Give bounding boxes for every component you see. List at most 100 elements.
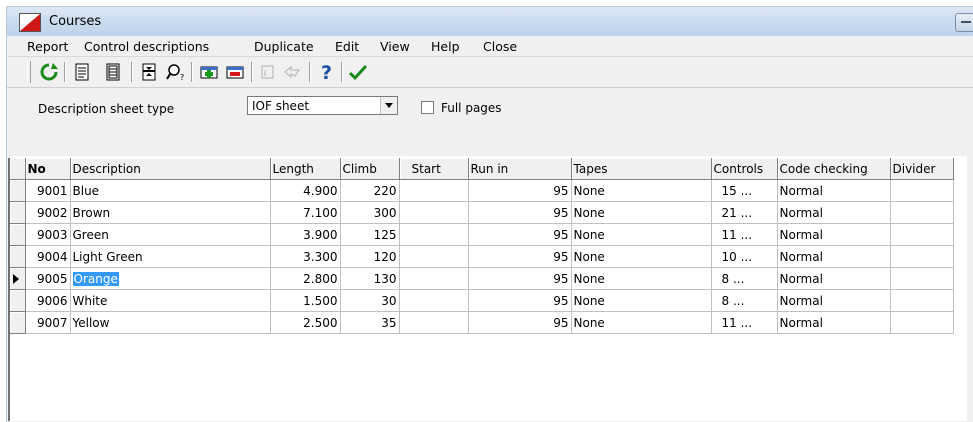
table-row[interactable]: 9004 Light Green 3.300 120 95 None 10 ... Norma… — [10, 245, 954, 268]
cell-climb[interactable]: 120 — [340, 245, 400, 268]
disabled-icon[interactable] — [257, 61, 279, 83]
cell-run-in[interactable]: 95 — [468, 267, 572, 290]
cell-run-in[interactable]: 95 — [468, 223, 572, 246]
cell-start[interactable] — [399, 201, 469, 224]
find-icon[interactable]: ? — [165, 61, 187, 83]
cell-controls[interactable]: 8 ... — [711, 289, 778, 312]
cell-tapes[interactable]: None — [571, 289, 712, 312]
cell-divider[interactable] — [890, 311, 954, 334]
cell-length[interactable]: 7.100 — [270, 201, 341, 224]
column-header-divider[interactable]: Divider — [890, 158, 954, 180]
column-header-length[interactable]: Length — [270, 158, 341, 180]
cell-tapes[interactable]: None — [571, 311, 712, 334]
column-header-start[interactable]: Start — [399, 158, 469, 180]
cell-code-checking[interactable]: Normal — [777, 245, 891, 268]
cell-description[interactable]: Light Green — [70, 245, 271, 268]
cell-start[interactable] — [399, 245, 469, 268]
cell-no[interactable]: 9003 — [25, 223, 71, 246]
cell-code-checking[interactable]: Normal — [777, 201, 891, 224]
cell-no[interactable]: 9004 — [25, 245, 71, 268]
column-header-code-checking[interactable]: Code checking — [777, 158, 891, 180]
cell-no[interactable]: 9001 — [25, 179, 71, 202]
cell-divider[interactable] — [890, 223, 954, 246]
row-indicator[interactable] — [10, 267, 26, 290]
document-icon[interactable] — [71, 61, 93, 83]
cell-controls[interactable]: 21 ... — [711, 201, 778, 224]
table-row[interactable]: 9007 Yellow 2.500 35 95 None 11 ... Normal — [10, 311, 954, 334]
cell-divider[interactable] — [890, 289, 954, 312]
cell-start[interactable] — [399, 223, 469, 246]
list-icon[interactable] — [102, 61, 124, 83]
cell-controls[interactable]: 10 ... — [711, 245, 778, 268]
table-row[interactable]: 9006 White 1.500 30 95 None 8 ... Normal — [10, 289, 954, 312]
cell-description[interactable]: Green — [70, 223, 271, 246]
cell-controls[interactable]: 8 ... — [711, 267, 778, 290]
add-course-icon[interactable] — [198, 61, 220, 83]
cell-divider[interactable] — [890, 201, 954, 224]
cell-code-checking[interactable]: Normal — [777, 223, 891, 246]
menu-control-descriptions[interactable]: Control descriptions — [80, 39, 213, 54]
menu-edit[interactable]: Edit — [331, 39, 363, 54]
column-header-no[interactable]: No — [25, 158, 71, 180]
cell-description[interactable]: Yellow — [70, 311, 271, 334]
cell-tapes[interactable]: None — [571, 179, 712, 202]
refresh-icon[interactable] — [38, 61, 60, 83]
menu-close[interactable]: Close — [479, 39, 521, 54]
cell-tapes[interactable]: None — [571, 223, 712, 246]
cell-description[interactable]: Orange — [70, 267, 271, 290]
cell-length[interactable]: 2.500 — [270, 311, 341, 334]
cell-no[interactable]: 9002 — [25, 201, 71, 224]
cell-climb[interactable]: 35 — [340, 311, 400, 334]
cell-climb[interactable]: 300 — [340, 201, 400, 224]
cell-no[interactable]: 9007 — [25, 311, 71, 334]
cell-run-in[interactable]: 95 — [468, 245, 572, 268]
row-indicator[interactable] — [10, 289, 26, 312]
cell-tapes[interactable]: None — [571, 201, 712, 224]
cell-start[interactable] — [399, 179, 469, 202]
full-pages-checkbox[interactable] — [421, 101, 434, 114]
cell-length[interactable]: 1.500 — [270, 289, 341, 312]
cell-climb[interactable]: 220 — [340, 179, 400, 202]
row-indicator[interactable] — [10, 245, 26, 268]
column-header-tapes[interactable]: Tapes — [571, 158, 712, 180]
cell-run-in[interactable]: 95 — [468, 311, 572, 334]
cell-code-checking[interactable]: Normal — [777, 267, 891, 290]
cell-description[interactable]: Blue — [70, 179, 271, 202]
menu-duplicate[interactable]: Duplicate — [250, 39, 318, 54]
cell-length[interactable]: 3.900 — [270, 223, 341, 246]
column-header-controls[interactable]: Controls — [711, 158, 778, 180]
cell-length[interactable]: 2.800 — [270, 267, 341, 290]
cell-code-checking[interactable]: Normal — [777, 289, 891, 312]
help-icon[interactable]: ? — [316, 61, 338, 83]
cell-length[interactable]: 4.900 — [270, 179, 341, 202]
cell-divider[interactable] — [890, 179, 954, 202]
table-row[interactable]: 9003 Green 3.900 125 95 None 11 ... Normal — [10, 223, 954, 246]
menu-help[interactable]: Help — [427, 39, 464, 54]
cell-divider[interactable] — [890, 245, 954, 268]
cell-climb[interactable]: 30 — [340, 289, 400, 312]
toolbar-grip[interactable] — [27, 61, 31, 83]
menu-view[interactable]: View — [376, 39, 414, 54]
row-indicator[interactable] — [10, 223, 26, 246]
cell-controls[interactable]: 15 ... — [711, 179, 778, 202]
description-sheet-type-select[interactable]: IOF sheet — [247, 96, 398, 115]
dropdown-button[interactable] — [380, 97, 397, 114]
cell-no[interactable]: 9005 — [25, 267, 71, 290]
cell-no[interactable]: 9006 — [25, 289, 71, 312]
disabled-icon[interactable] — [281, 61, 303, 83]
cell-tapes[interactable]: None — [571, 245, 712, 268]
table-row[interactable]: 9002 Brown 7.100 300 95 None 21 ... Normal — [10, 201, 954, 224]
menu-report[interactable]: Report — [23, 39, 72, 54]
cell-climb[interactable]: 125 — [340, 223, 400, 246]
cell-tapes[interactable]: None — [571, 267, 712, 290]
cell-run-in[interactable]: 95 — [468, 201, 572, 224]
cell-start[interactable] — [399, 289, 469, 312]
cell-controls[interactable]: 11 ... — [711, 311, 778, 334]
selected-description-text[interactable]: Orange — [72, 271, 119, 286]
table-row[interactable]: 9005 Orange 2.800 130 95 None 8 ... Normal — [10, 267, 954, 290]
row-indicator[interactable] — [10, 179, 26, 202]
title-bar[interactable]: Courses — [7, 7, 973, 37]
check-icon[interactable] — [347, 61, 369, 83]
cell-run-in[interactable]: 95 — [468, 289, 572, 312]
cell-climb[interactable]: 130 — [340, 267, 400, 290]
